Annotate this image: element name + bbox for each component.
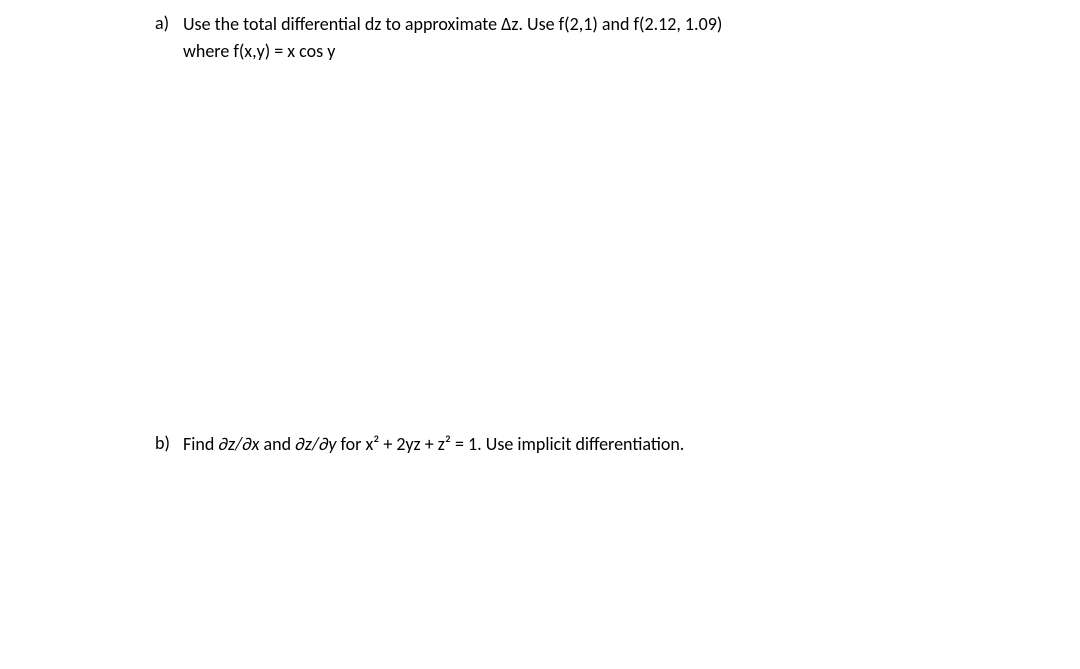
problem-b-text3: for x² + 2yz + z² = 1. Use implicit diff… — [336, 433, 684, 455]
document-page: a) Use the total differential dz to appr… — [0, 0, 1080, 458]
problem-b-text1: Find — [183, 433, 218, 455]
problem-b-label: b) — [155, 432, 183, 454]
problem-a-content: Use the total differential dz to approxi… — [183, 12, 980, 64]
problem-b-expr1: ∂z/∂x — [218, 433, 259, 455]
problem-b-expr2: ∂z/∂y — [295, 433, 336, 455]
problem-a: a) Use the total differential dz to appr… — [155, 12, 980, 64]
problem-b-text2: and — [259, 433, 295, 455]
problem-b-content: Find ∂z/∂x and ∂z/∂y for x² + 2yz + z² =… — [183, 432, 980, 457]
problem-a-line1: Use the total differential dz to approxi… — [183, 12, 980, 37]
problem-b: b) Find ∂z/∂x and ∂z/∂y for x² + 2yz + z… — [155, 432, 980, 457]
problem-a-label: a) — [155, 12, 183, 34]
problem-a-line2: where f(x,y) = x cos y — [183, 39, 980, 64]
